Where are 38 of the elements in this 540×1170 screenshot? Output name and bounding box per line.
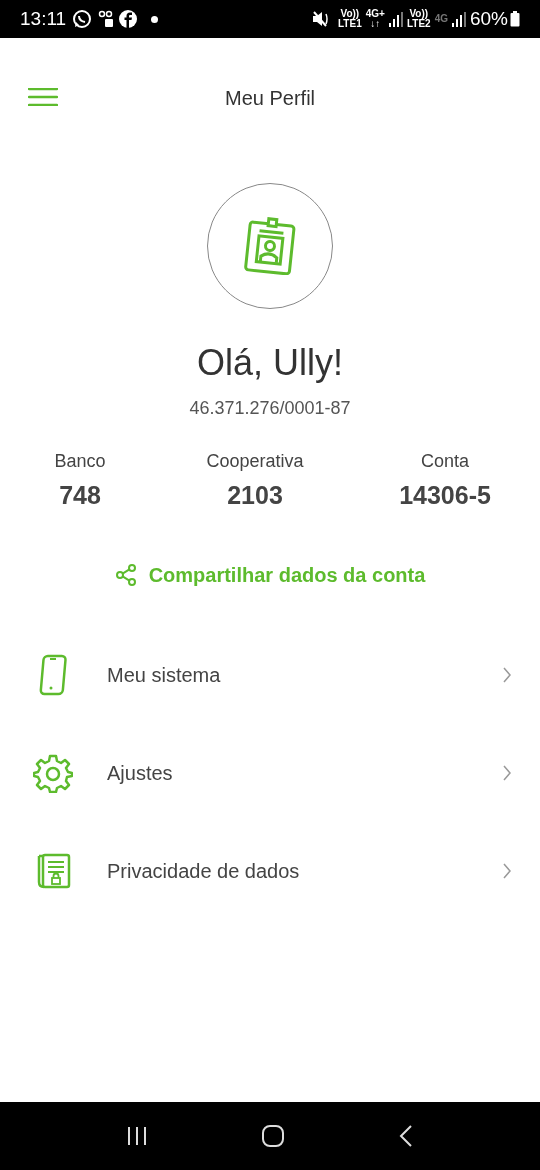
menu-item[interactable]: Privacidade de dados [0, 821, 540, 920]
home-icon[interactable] [261, 1124, 285, 1148]
network-label: Vo)) [340, 9, 360, 19]
menu-item[interactable]: Ajustes [0, 723, 540, 822]
page-title: Meu Perfil [225, 86, 315, 111]
stat-label: Conta [420, 450, 469, 473]
network-label: 4G+ [365, 9, 385, 19]
signal-icon [388, 11, 403, 27]
share-icon [114, 563, 137, 586]
voicemail-icon [98, 10, 115, 28]
greeting: Olá, Ully! [197, 341, 343, 385]
id-badge-icon [242, 217, 298, 275]
stat-value: 2103 [227, 480, 283, 511]
menu-item[interactable]: Meu sistema [0, 625, 540, 724]
recent-apps-icon[interactable] [126, 1125, 149, 1147]
back-icon[interactable] [397, 1124, 414, 1148]
facebook-icon [119, 10, 138, 28]
network-label: ↓↑ [370, 19, 381, 29]
chevron-icon [502, 764, 512, 781]
status-time: 13:11 [20, 6, 67, 31]
chevron-icon [502, 862, 512, 879]
chevron-icon [502, 666, 512, 683]
stat-value: 748 [59, 480, 101, 511]
network-label: LTE1 [338, 19, 362, 29]
stat-value: 14306-5 [399, 480, 491, 511]
gear-icon [33, 752, 73, 793]
network-label: Vo)) [409, 9, 429, 19]
dot-icon [151, 15, 159, 23]
account-document: 46.371.276/0001-87 [189, 397, 351, 420]
stat-label: Cooperativa [206, 450, 304, 473]
battery-icon [510, 11, 520, 27]
network-label: LTE2 [406, 19, 431, 29]
stat-label: Banco [54, 450, 106, 473]
signal-icon [451, 11, 466, 27]
phone-icon [39, 653, 67, 696]
network-label: 4G [434, 14, 448, 24]
whatsapp-icon [72, 9, 93, 29]
battery-percentage: 60% [469, 6, 508, 31]
